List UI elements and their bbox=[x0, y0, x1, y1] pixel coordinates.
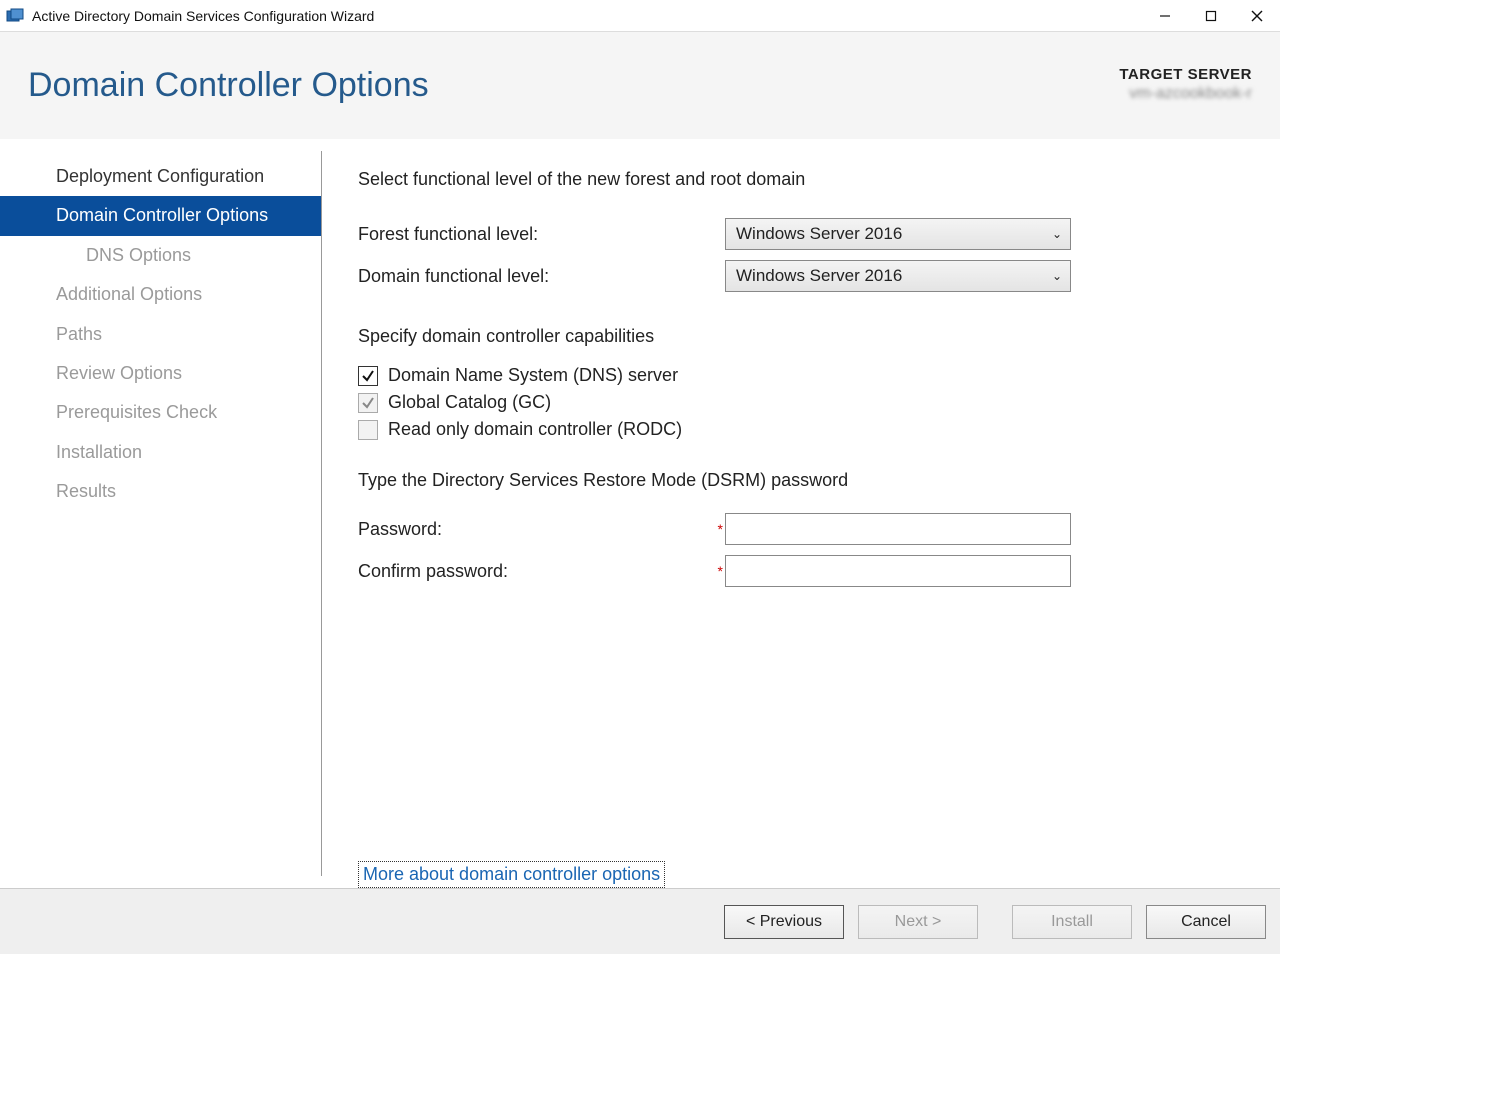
previous-button[interactable]: < Previous bbox=[724, 905, 844, 939]
domain-functional-level-dropdown[interactable]: Windows Server 2016 ⌄ bbox=[725, 260, 1071, 292]
rodc-checkbox bbox=[358, 420, 378, 440]
wizard-steps-sidebar: Deployment Configuration Domain Controll… bbox=[0, 151, 322, 876]
global-catalog-checkbox bbox=[358, 393, 378, 413]
forest-functional-level-label: Forest functional level: bbox=[358, 224, 713, 245]
more-about-link[interactable]: More about domain controller options bbox=[358, 861, 665, 888]
step-dns-options: DNS Options bbox=[0, 236, 321, 275]
cancel-button[interactable]: Cancel bbox=[1146, 905, 1266, 939]
password-label: Password: bbox=[358, 519, 713, 540]
page-title: Domain Controller Options bbox=[28, 66, 429, 105]
domain-functional-level-label: Domain functional level: bbox=[358, 266, 713, 287]
minimize-button[interactable] bbox=[1142, 0, 1188, 32]
domain-functional-level-value: Windows Server 2016 bbox=[736, 266, 902, 286]
next-button: Next > bbox=[858, 905, 978, 939]
forest-functional-level-value: Windows Server 2016 bbox=[736, 224, 902, 244]
content-pane: Select functional level of the new fores… bbox=[322, 139, 1280, 888]
dns-server-label: Domain Name System (DNS) server bbox=[388, 365, 678, 386]
required-asterisk: * bbox=[713, 521, 723, 537]
functional-level-heading: Select functional level of the new fores… bbox=[358, 169, 1250, 190]
capabilities-heading: Specify domain controller capabilities bbox=[358, 326, 1250, 347]
step-deployment-configuration[interactable]: Deployment Configuration bbox=[0, 157, 321, 196]
step-results: Results bbox=[0, 472, 321, 511]
chevron-down-icon: ⌄ bbox=[1052, 227, 1062, 241]
target-server-name: vm-azcookbook-r bbox=[1119, 85, 1252, 103]
close-button[interactable] bbox=[1234, 0, 1280, 32]
confirm-password-field[interactable] bbox=[725, 555, 1071, 587]
window-title: Active Directory Domain Services Configu… bbox=[32, 8, 1142, 24]
step-domain-controller-options[interactable]: Domain Controller Options bbox=[0, 196, 321, 235]
global-catalog-label: Global Catalog (GC) bbox=[388, 392, 551, 413]
title-bar: Active Directory Domain Services Configu… bbox=[0, 0, 1280, 32]
target-server-label: TARGET SERVER bbox=[1119, 66, 1252, 83]
step-additional-options: Additional Options bbox=[0, 275, 321, 314]
dns-server-checkbox[interactable] bbox=[358, 366, 378, 386]
maximize-button[interactable] bbox=[1188, 0, 1234, 32]
install-button: Install bbox=[1012, 905, 1132, 939]
step-paths: Paths bbox=[0, 315, 321, 354]
password-field[interactable] bbox=[725, 513, 1071, 545]
step-review-options: Review Options bbox=[0, 354, 321, 393]
app-icon bbox=[6, 7, 24, 25]
forest-functional-level-dropdown[interactable]: Windows Server 2016 ⌄ bbox=[725, 218, 1071, 250]
target-server-block: TARGET SERVER vm-azcookbook-r bbox=[1119, 66, 1252, 103]
page-header: Domain Controller Options TARGET SERVER … bbox=[0, 32, 1280, 139]
required-asterisk: * bbox=[713, 563, 723, 579]
dsrm-heading: Type the Directory Services Restore Mode… bbox=[358, 470, 1250, 491]
wizard-footer: < Previous Next > Install Cancel bbox=[0, 888, 1280, 954]
confirm-password-label: Confirm password: bbox=[358, 561, 713, 582]
step-prerequisites-check: Prerequisites Check bbox=[0, 393, 321, 432]
chevron-down-icon: ⌄ bbox=[1052, 269, 1062, 283]
step-installation: Installation bbox=[0, 433, 321, 472]
rodc-label: Read only domain controller (RODC) bbox=[388, 419, 682, 440]
